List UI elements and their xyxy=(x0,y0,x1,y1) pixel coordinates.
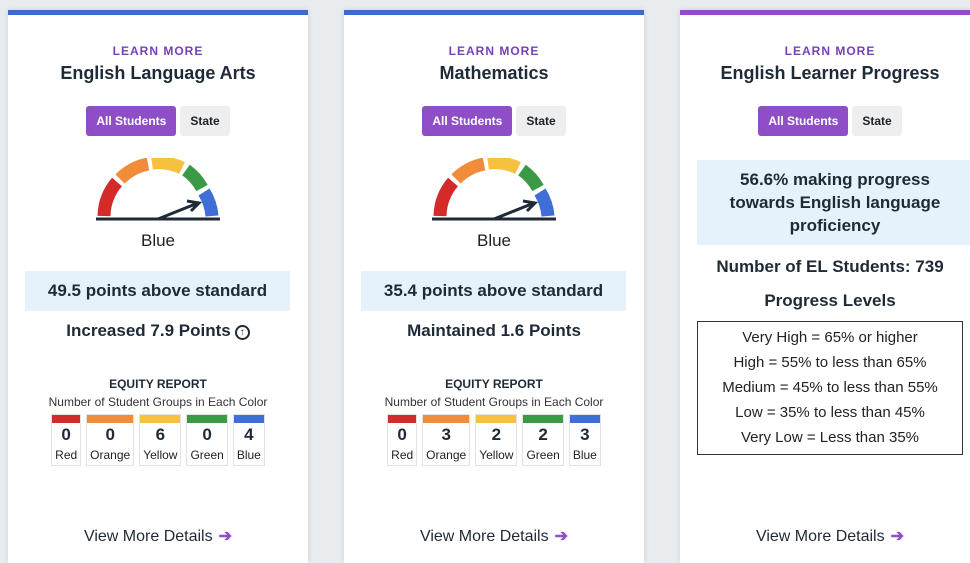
gauge-color-label: Blue xyxy=(140,231,176,250)
view-more-label: View More Details xyxy=(419,528,549,545)
performance-gauge-icon xyxy=(8,158,308,224)
equity-label: Yellow xyxy=(479,448,514,462)
card-top-bar xyxy=(680,10,970,15)
card-title: English Learner Progress xyxy=(720,63,940,83)
equity-box-yellow: 6 Yellow xyxy=(139,414,182,466)
equity-label: Green xyxy=(526,448,560,462)
all-students-button[interactable]: All Students xyxy=(86,106,177,136)
gauge-color-label: Blue xyxy=(476,231,512,250)
progress-level-item: Low = 35% to less than 45% xyxy=(735,404,925,421)
equity-label: Red xyxy=(391,448,414,462)
student-toggle: All Students State xyxy=(344,106,644,136)
equity-label: Red xyxy=(55,448,78,462)
progress-level-item: Very Low = Less than 35% xyxy=(740,429,920,446)
equity-label: Green xyxy=(190,448,224,462)
math-card: LEARN MORE Mathematics All Students Stat… xyxy=(344,10,644,563)
all-students-button[interactable]: All Students xyxy=(422,106,513,136)
change-text: Increased 7.9 Points ↑ xyxy=(8,321,308,341)
learn-more-link[interactable]: LEARN MORE xyxy=(344,44,644,58)
view-more-label: View More Details xyxy=(755,528,885,545)
ela-card: LEARN MORE English Language Arts All Stu… xyxy=(8,10,308,563)
view-more-details-link[interactable]: View More Details ➔ xyxy=(8,526,308,546)
progress-levels-list: Very High = 65% or higher High = 55% to … xyxy=(697,321,963,455)
equity-color-boxes: 0 Red 0 Orange 6 Yellow 0 Green 4 Blue xyxy=(8,414,308,466)
equity-report-title: EQUITY REPORT xyxy=(109,377,207,391)
equity-box-green: 2 Green xyxy=(522,414,564,466)
equity-count: 3 xyxy=(580,425,590,444)
equity-count: 6 xyxy=(155,425,166,444)
view-more-details-link[interactable]: View More Details ➔ xyxy=(344,526,644,546)
el-progress-card: LEARN MORE English Learner Progress All … xyxy=(680,10,970,563)
equity-count: 0 xyxy=(61,425,71,444)
all-students-button[interactable]: All Students xyxy=(758,106,849,136)
equity-label: Yellow xyxy=(143,448,178,462)
view-more-details-link[interactable]: View More Details ➔ xyxy=(680,526,970,546)
progress-level-item: Very High = 65% or higher xyxy=(742,329,918,346)
equity-count: 0 xyxy=(397,425,407,444)
equity-box-yellow: 2 Yellow xyxy=(475,414,518,466)
el-student-count: Number of EL Students: 739 xyxy=(716,257,944,276)
equity-box-green: 0 Green xyxy=(186,414,228,466)
equity-box-orange: 3 Orange xyxy=(422,414,471,466)
arrow-right-icon: ➔ xyxy=(218,528,233,545)
state-button[interactable]: State xyxy=(852,106,902,136)
change-text: Maintained 1.6 Points xyxy=(344,321,644,341)
view-more-label: View More Details xyxy=(83,528,213,545)
state-button[interactable]: State xyxy=(180,106,230,136)
equity-label: Orange xyxy=(426,448,467,462)
equity-report-subtitle: Number of Student Groups in Each Color xyxy=(384,395,604,409)
state-button[interactable]: State xyxy=(516,106,566,136)
equity-count: 3 xyxy=(441,425,451,444)
card-title: Mathematics xyxy=(439,63,549,83)
equity-count: 0 xyxy=(105,425,115,444)
arrow-right-icon: ➔ xyxy=(890,528,905,545)
equity-box-red: 0 Red xyxy=(387,414,418,466)
arrow-up-circle-icon: ↑ xyxy=(234,325,250,340)
progress-level-item: High = 55% to less than 65% xyxy=(733,354,927,371)
status-text: 35.4 points above standard xyxy=(361,271,626,311)
equity-count: 0 xyxy=(202,425,212,444)
equity-count: 4 xyxy=(244,425,254,444)
card-top-bar xyxy=(344,10,644,15)
equity-box-blue: 3 Blue xyxy=(568,414,601,466)
learn-more-link[interactable]: LEARN MORE xyxy=(8,44,308,58)
equity-label: Orange xyxy=(90,448,131,462)
equity-label: Blue xyxy=(236,448,261,462)
equity-box-red: 0 Red xyxy=(51,414,82,466)
equity-count: 2 xyxy=(538,425,548,444)
equity-label: Blue xyxy=(572,448,597,462)
equity-report-title: EQUITY REPORT xyxy=(445,377,543,391)
performance-gauge-icon xyxy=(344,158,644,224)
card-top-bar xyxy=(8,10,308,15)
equity-count: 2 xyxy=(491,425,502,444)
equity-report-subtitle: Number of Student Groups in Each Color xyxy=(48,395,268,409)
arrow-right-icon: ➔ xyxy=(554,528,569,545)
progress-text: 56.6% making progress towards English la… xyxy=(697,160,970,245)
learn-more-link[interactable]: LEARN MORE xyxy=(680,44,970,58)
equity-box-orange: 0 Orange xyxy=(86,414,135,466)
student-toggle: All Students State xyxy=(680,106,970,136)
equity-color-boxes: 0 Red 3 Orange 2 Yellow 2 Green 3 Blue xyxy=(344,414,644,466)
change-label: Maintained 1.6 Points xyxy=(407,321,581,340)
progress-levels-title: Progress Levels xyxy=(764,291,896,310)
status-text: 49.5 points above standard xyxy=(25,271,290,311)
change-label: Increased 7.9 Points xyxy=(66,321,231,340)
student-toggle: All Students State xyxy=(8,106,308,136)
equity-box-blue: 4 Blue xyxy=(232,414,265,466)
card-title: English Language Arts xyxy=(60,63,256,83)
progress-level-item: Medium = 45% to less than 55% xyxy=(722,379,938,396)
